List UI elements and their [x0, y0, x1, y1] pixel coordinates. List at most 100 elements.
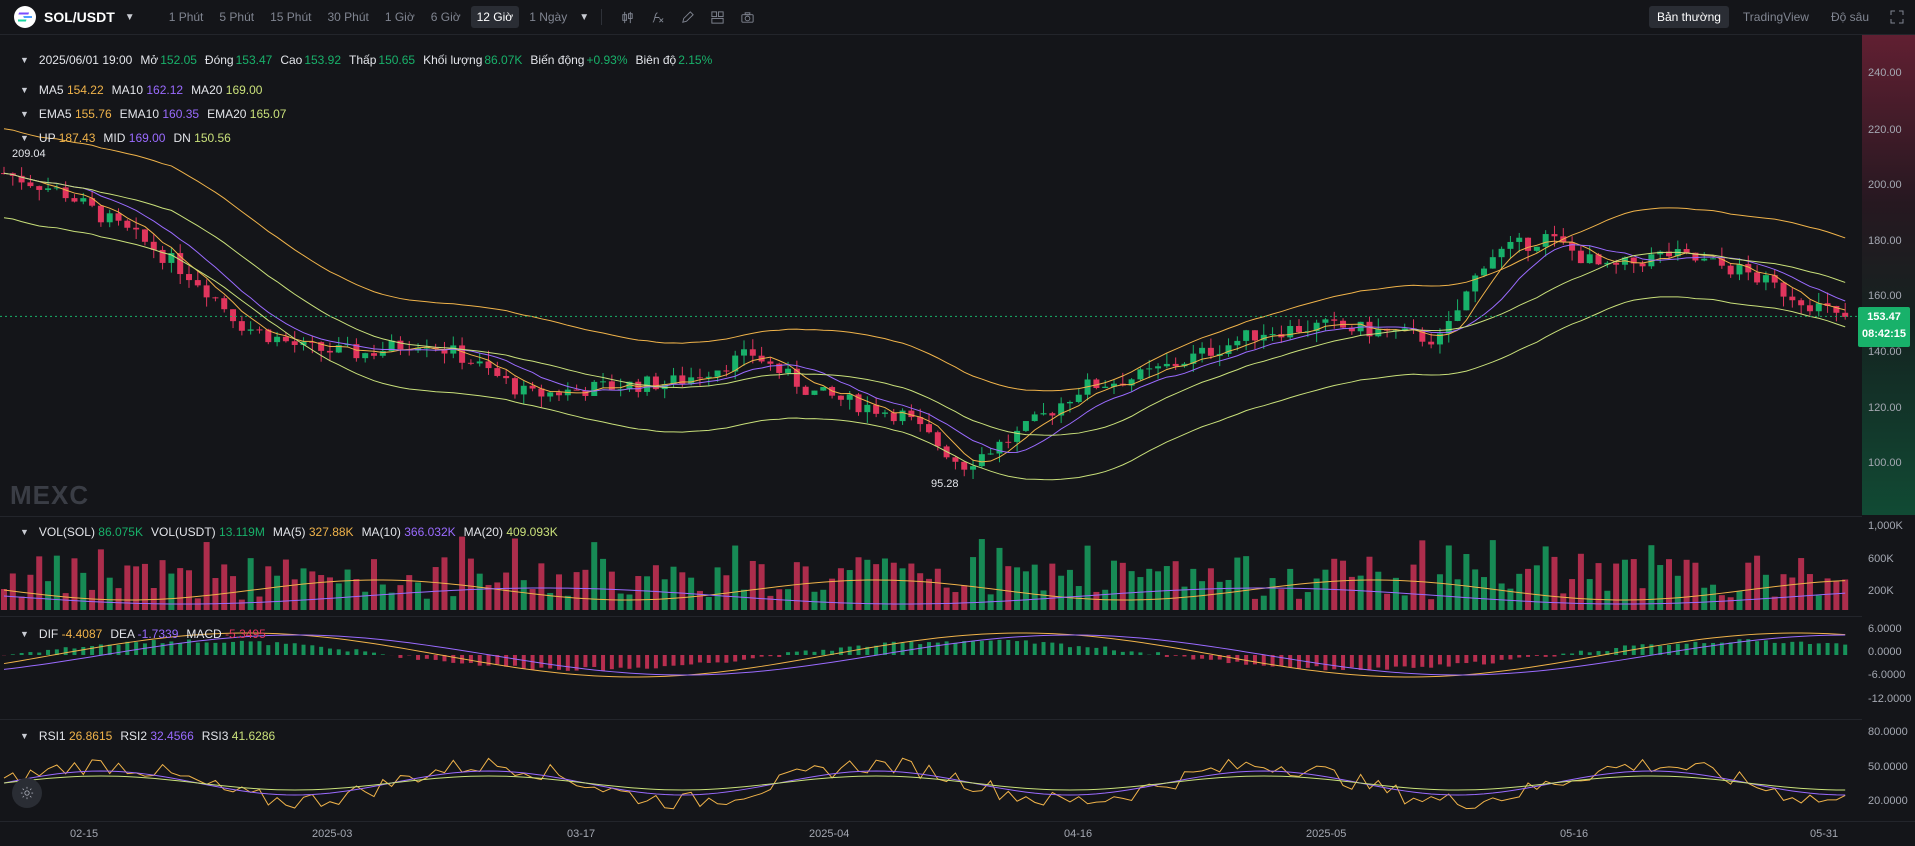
- volume-bar: [423, 598, 430, 610]
- collapse-arrow-icon[interactable]: ▼: [20, 133, 29, 143]
- macd-histogram-bar: [724, 655, 729, 663]
- candle-body: [1454, 310, 1461, 321]
- volume-bar: [1066, 569, 1073, 610]
- tab-5m[interactable]: 5 Phút: [213, 6, 260, 28]
- indicator-icon[interactable]: [644, 6, 670, 28]
- macd-histogram-bar: [1622, 645, 1627, 655]
- candle-body: [1798, 300, 1805, 306]
- candlestick-chart[interactable]: [0, 35, 1862, 821]
- pane-divider[interactable]: [0, 719, 1862, 720]
- candle-body: [1207, 347, 1214, 356]
- collapse-arrow-icon[interactable]: ▼: [20, 55, 29, 65]
- volume-bar: [1428, 599, 1435, 610]
- candle-body: [793, 368, 800, 387]
- volume-bar: [459, 536, 466, 610]
- tab-depth[interactable]: Độ sâu: [1823, 6, 1877, 28]
- ema5-label: EMA5: [38, 107, 72, 121]
- macd-histogram-bar: [592, 655, 597, 667]
- volume-bar: [1340, 560, 1347, 610]
- macd-histogram-bar: [1772, 642, 1777, 655]
- volume-bar: [1296, 598, 1302, 610]
- volume-bar: [97, 549, 104, 610]
- x-tick: 2025-05: [1306, 828, 1347, 840]
- candle-body: [1322, 319, 1329, 323]
- candle-body: [238, 321, 245, 331]
- volume-bar: [1577, 553, 1584, 610]
- macd-histogram-bar: [1191, 655, 1196, 660]
- tab-15m[interactable]: 15 Phút: [264, 6, 317, 28]
- volume-bar: [362, 591, 369, 610]
- chart-settings-button[interactable]: [12, 778, 42, 808]
- volume-bar: [106, 577, 113, 610]
- tab-6h[interactable]: 6 Giờ: [425, 6, 467, 28]
- volume-bar: [1569, 579, 1576, 610]
- volume-bar: [1146, 568, 1153, 610]
- pane-divider[interactable]: [0, 516, 1862, 517]
- macd-histogram-bar: [239, 640, 244, 655]
- volume-bar: [890, 562, 897, 610]
- collapse-arrow-icon[interactable]: ▼: [20, 731, 29, 741]
- candle-body: [696, 377, 703, 379]
- macd-histogram-bar: [433, 655, 438, 660]
- macd-histogram-bar: [803, 650, 808, 655]
- macd-histogram-bar: [327, 648, 332, 655]
- tab-standard[interactable]: Bản thường: [1648, 6, 1729, 28]
- tab-tradingview[interactable]: TradingView: [1735, 6, 1817, 28]
- camera-icon[interactable]: [734, 6, 760, 28]
- volume-bar: [855, 557, 862, 610]
- tab-30m[interactable]: 30 Phút: [321, 6, 374, 28]
- macd-histogram-bar: [1508, 655, 1513, 660]
- collapse-arrow-icon[interactable]: ▼: [20, 109, 29, 119]
- timeframe-dropdown-icon[interactable]: ▼: [579, 12, 589, 23]
- dea-value: -1.7339: [137, 627, 179, 641]
- macd-histogram-bar: [1728, 642, 1733, 655]
- candle-body: [723, 370, 730, 372]
- volume-bar: [829, 578, 836, 610]
- collapse-arrow-icon[interactable]: ▼: [20, 629, 29, 639]
- candle-body: [802, 386, 809, 395]
- macd-histogram-bar: [1332, 655, 1337, 670]
- ma20-line: [3, 172, 1846, 436]
- macd-histogram-bar: [416, 655, 421, 660]
- candle-type-icon[interactable]: [614, 6, 640, 28]
- macd-histogram-bar: [565, 655, 570, 671]
- boll-dn-value: 150.56: [194, 131, 231, 145]
- pair-selector[interactable]: SOL/USDT ▼: [14, 6, 135, 28]
- tab-12h[interactable]: 12 Giờ: [470, 6, 520, 28]
- candle-body: [1172, 363, 1179, 367]
- draw-pencil-icon[interactable]: [674, 6, 700, 28]
- collapse-arrow-icon[interactable]: ▼: [20, 85, 29, 95]
- collapse-arrow-icon[interactable]: ▼: [20, 527, 29, 537]
- tab-1m[interactable]: 1 Phút: [163, 6, 210, 28]
- macd-histogram-bar: [1226, 655, 1231, 664]
- fullscreen-icon[interactable]: [1889, 9, 1905, 25]
- macd-histogram-bar: [477, 655, 482, 666]
- macd-histogram-bar: [1552, 655, 1557, 657]
- volume-bar: [1137, 577, 1144, 610]
- macd-histogram-bar: [1050, 642, 1055, 655]
- macd-tick: -6.0000: [1868, 669, 1906, 681]
- macd-histogram-bar: [1755, 641, 1760, 655]
- volume-bar: [556, 574, 562, 610]
- tab-1d[interactable]: 1 Ngày: [523, 6, 573, 28]
- macd-histogram-bar: [1596, 651, 1601, 655]
- volume-bar: [538, 563, 545, 610]
- macd-histogram-bar: [971, 641, 976, 655]
- macd-histogram-bar: [1667, 644, 1671, 655]
- macd-histogram-bar: [539, 655, 544, 668]
- volume-bar: [644, 576, 651, 610]
- macd-histogram-bar: [1323, 655, 1328, 671]
- volume-bar: [1084, 545, 1091, 610]
- ma5-line: [3, 172, 1846, 463]
- macd-histogram-bar: [1208, 655, 1213, 660]
- volume-bar: [582, 569, 589, 610]
- pane-divider[interactable]: [0, 616, 1862, 617]
- tab-1h[interactable]: 1 Giờ: [379, 6, 421, 28]
- candle-body: [494, 368, 501, 376]
- macd-histogram-bar: [1825, 642, 1830, 655]
- macd-histogram-bar: [944, 641, 949, 655]
- macd-histogram-bar: [266, 645, 271, 655]
- candle-body: [1762, 275, 1769, 283]
- layout-grid-icon[interactable]: [704, 6, 730, 28]
- volume-bar: [767, 595, 774, 610]
